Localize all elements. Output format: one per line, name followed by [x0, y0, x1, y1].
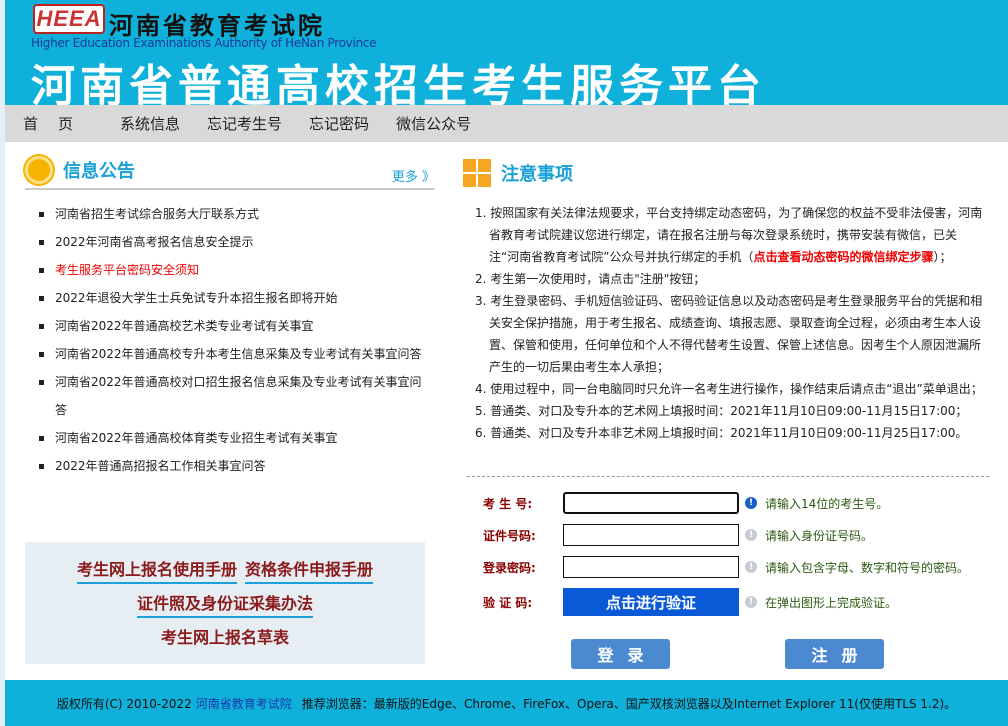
exam-no-label: 考 生 号:: [483, 496, 533, 511]
exam-no-row: 考 生 号: ! 请输入14位的考生号。: [483, 492, 888, 514]
note-item: 5. 普通类、对口及专升本的艺术网上填报时间：2021年11月10日09:00-…: [475, 404, 968, 418]
id-no-input[interactable]: [563, 524, 739, 546]
note-item: 3. 考生登录密码、手机短信验证码、密码验证信息以及动态密码是考生登录服务平台的…: [475, 294, 983, 374]
register-button[interactable]: 注册: [785, 639, 884, 669]
note-item: 4. 使用过程中，同一台电脑同时只允许一名考生进行操作，操作结束后请点击“退出”…: [475, 382, 983, 396]
exam-no-hint: 请输入14位的考生号。: [765, 496, 889, 511]
news-item[interactable]: 河南省2022年普通高校体育类专业招生考试有关事宜: [39, 424, 429, 452]
notes-title: 注意事项: [501, 164, 573, 185]
note-item: 2. 考生第一次使用时，请点击"注册"按钮；: [475, 272, 706, 286]
manual-link-photo[interactable]: 证件照及身份证采集办法: [136, 590, 313, 618]
id-no-hint: 请输入身份证号码。: [765, 528, 874, 543]
notes-header: 注意事项: [463, 156, 993, 190]
exam-no-input[interactable]: [563, 492, 739, 514]
manual-link-usage[interactable]: 考生网上报名使用手册: [76, 556, 237, 584]
circle-icon: [25, 156, 53, 184]
id-no-label: 证件号码:: [483, 528, 536, 543]
nav-home[interactable]: 首页: [23, 113, 93, 134]
info-icon: !: [745, 529, 757, 541]
nav-forgot-exam-no[interactable]: 忘记考生号: [207, 113, 282, 134]
nav-system-info[interactable]: 系统信息: [120, 113, 180, 134]
news-list: 河南省招生考试综合服务大厅联系方式 2022年河南省高考报名信息安全提示 考生服务平…: [39, 200, 429, 480]
news-item[interactable]: 河南省2022年普通高校对口招生报名信息采集及专业考试有关事宜问答: [39, 368, 429, 424]
news-item[interactable]: 2022年退役大学生士兵免试专升本招生报名即将开始: [39, 284, 429, 312]
footer: 版权所有(C) 2010-2022 河南省教育考试院 推荐浏览器：最新版的Edg…: [5, 680, 1008, 726]
nav-wechat[interactable]: 微信公众号: [396, 113, 471, 134]
org-link[interactable]: 河南省教育考试院: [196, 695, 292, 712]
password-hint: 请输入包含字母、数字和符号的密码。: [765, 560, 970, 575]
news-item[interactable]: 考生服务平台密码安全须知: [39, 256, 429, 284]
page: HEEA 河南省教育考试院 Higher Education Examinati…: [5, 0, 1008, 726]
manual-link-qualification[interactable]: 资格条件申报手册: [245, 556, 374, 584]
grid-icon: [463, 159, 491, 187]
browser-note: 推荐浏览器：最新版的Edge、Chrome、FireFox、Opera、国产双核…: [301, 696, 957, 711]
nav-forgot-password[interactable]: 忘记密码: [309, 113, 369, 134]
notes-list: 1. 按照国家有关法律法规要求，平台支持绑定动态密码，为了确保您的权益不受非法侵…: [475, 202, 985, 444]
captcha-label: 验 证 码:: [483, 595, 533, 610]
news-header: 信息公告 更多 》: [25, 156, 435, 190]
wechat-bind-link[interactable]: 点击查看动态密码的微信绑定步骤: [753, 250, 933, 264]
password-input[interactable]: [563, 556, 739, 578]
news-title: 信息公告: [63, 161, 135, 182]
captcha-hint: 在弹出图形上完成验证。: [765, 595, 898, 610]
nav-bar: 首页 系统信息 忘记考生号 忘记密码 微信公众号: [5, 105, 1008, 142]
login-button[interactable]: 登录: [571, 639, 670, 669]
news-item[interactable]: 2022年河南省高考报名信息安全提示: [39, 228, 429, 256]
news-item[interactable]: 河南省招生考试综合服务大厅联系方式: [39, 200, 429, 228]
info-icon: !: [745, 596, 757, 608]
info-icon: !: [745, 561, 757, 573]
manual-link-draft[interactable]: 考生网上报名草表: [161, 624, 289, 650]
captcha-row: 验 证 码: 点击进行验证 ! 在弹出图形上完成验证。: [483, 588, 897, 616]
news-item[interactable]: 2022年普通高招报名工作相关事宜问答: [39, 452, 429, 480]
news-item[interactable]: 河南省2022年普通高校专升本考生信息采集及专业考试有关事宜问答: [39, 340, 429, 368]
manuals-panel: 考生网上报名使用手册 资格条件申报手册 证件照及身份证采集办法 考生网上报名草表: [25, 542, 425, 664]
news-item[interactable]: 河南省2022年普通高校艺术类专业考试有关事宜: [39, 312, 429, 340]
verify-button[interactable]: 点击进行验证: [563, 588, 739, 616]
note-item: 1. 按照国家有关法律法规要求，平台支持绑定动态密码，为了确保您的权益不受非法侵…: [475, 206, 983, 264]
heea-logo: HEEA: [33, 4, 105, 34]
password-label: 登录密码:: [483, 560, 536, 575]
info-icon: !: [745, 497, 757, 509]
org-name-en: Higher Education Examinations Authority …: [31, 36, 377, 50]
note-item: 6. 普通类、对口及专升本非艺术网上填报时间：2021年11月10日09:00-…: [475, 426, 968, 440]
copyright: 版权所有(C) 2010-2022: [56, 696, 192, 711]
divider: [467, 476, 989, 477]
header: HEEA 河南省教育考试院 Higher Education Examinati…: [5, 0, 1008, 112]
id-no-row: 证件号码: ! 请输入身份证号码。: [483, 524, 873, 546]
password-row: 登录密码: ! 请输入包含字母、数字和符号的密码。: [483, 556, 969, 578]
more-link[interactable]: 更多 》: [392, 166, 435, 185]
